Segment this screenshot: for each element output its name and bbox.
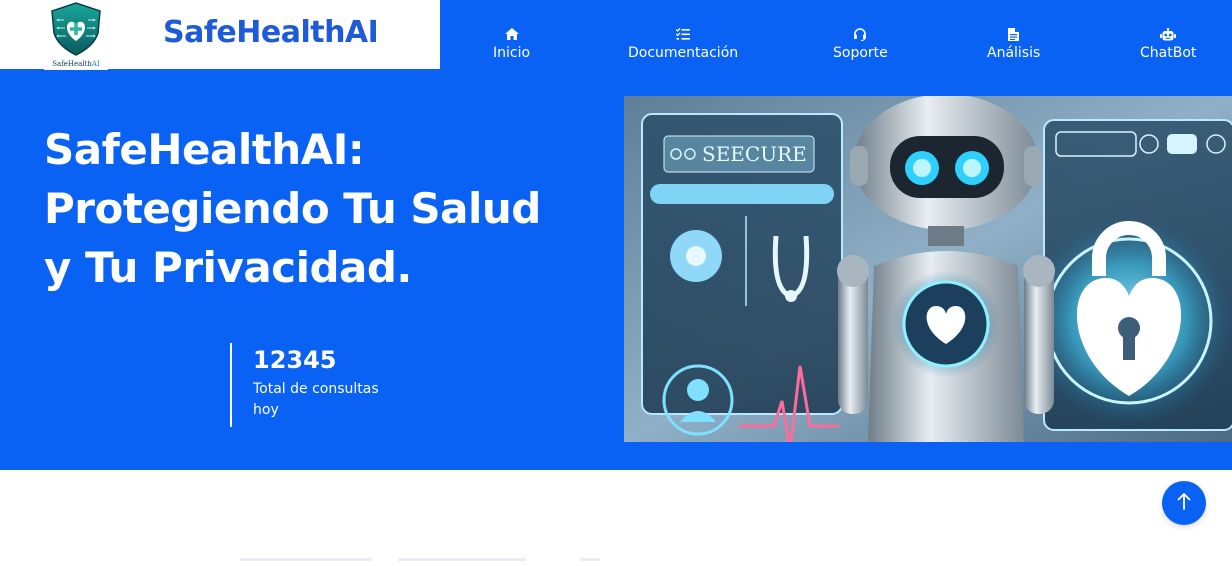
nav-item-label: Documentación [628,45,739,61]
nav-item-soporte[interactable]: Soporte [833,24,888,62]
nav-item-label: ChatBot [1140,45,1197,61]
logo-text: SafeHealthAI [52,60,100,68]
logo[interactable]: SafeHealthAI [44,0,108,70]
content-card-edge [398,558,526,561]
nav-item-label: Inicio [493,45,531,61]
hero-robot-illustration: SEECURE [624,96,1232,442]
arrow-up-icon [1177,492,1191,515]
stat-block: 12345 Total de consultas hoy [230,343,388,427]
nav-item-label: Soporte [833,45,888,61]
file-text-icon [1008,24,1020,44]
list-check-icon [676,24,691,44]
nav-item-documentacion[interactable]: Documentación [628,24,738,62]
hero-section: SafeHealthAI SafeHealthAI Inicio Documen… [0,0,1232,470]
hero-title: SafeHealthAI: Protegiendo Tu Salud y Tu … [44,120,604,297]
nav-item-analisis[interactable]: Análisis [987,24,1040,62]
nav-item-inicio[interactable]: Inicio [493,24,530,62]
stat-label: Total de consultas hoy [253,381,379,418]
back-to-top-button[interactable] [1162,481,1206,525]
hero-title-line: y Tu Privacidad. [44,243,412,292]
image-secure-text: SEECURE [702,142,807,166]
nav-item-label: Análisis [987,45,1041,61]
hero-title-line: Protegiendo Tu Salud [44,184,541,233]
headset-icon [853,24,867,44]
shield-heart-circuit-logo [51,2,101,56]
home-icon [504,24,519,44]
content-card-edge [580,558,600,561]
brand-name[interactable]: SafeHealthAI [163,15,379,50]
content-card-edge [240,558,372,561]
hero-title-line: SafeHealthAI: [44,125,365,174]
brand-header: SafeHealthAI SafeHealthAI [0,0,440,70]
robot-icon [1160,24,1177,44]
stat-value: 12345 [253,346,337,374]
nav-item-chatbot[interactable]: ChatBot [1140,24,1196,62]
